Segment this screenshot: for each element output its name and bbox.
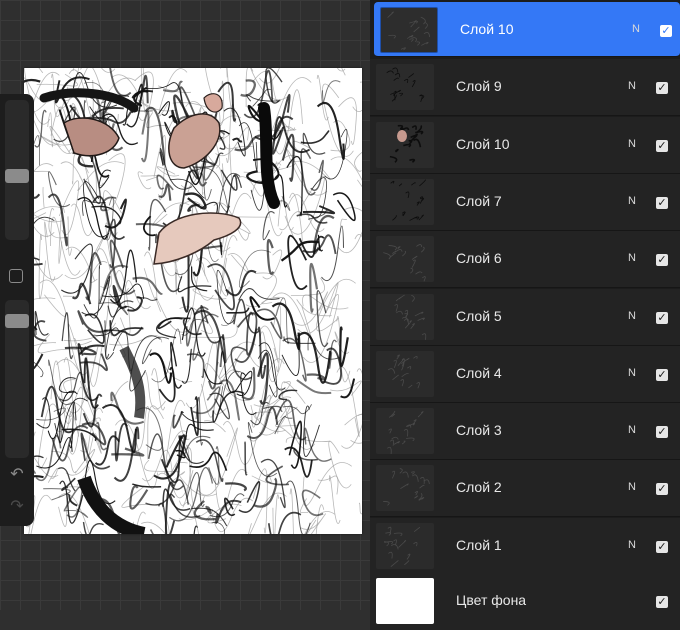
undo-icon[interactable]: ↶ xyxy=(8,466,26,484)
layer-thumbnail xyxy=(376,408,434,454)
visibility-checkbox[interactable]: ✓ xyxy=(656,483,668,495)
drawing-canvas[interactable] xyxy=(24,68,362,534)
brush-size-thumb[interactable] xyxy=(5,169,29,183)
redo-icon[interactable]: ↷ xyxy=(8,498,26,516)
artwork xyxy=(24,68,362,534)
layer-name: Слой 5 xyxy=(456,308,502,324)
layer-thumbnail xyxy=(376,578,434,624)
layer-thumbnail xyxy=(376,465,434,511)
blend-mode-button[interactable]: N xyxy=(628,310,636,322)
layer-name: Слой 9 xyxy=(456,78,502,94)
brush-size-slider[interactable] xyxy=(5,100,29,240)
layer-row[interactable]: Слой 7 N ✓ xyxy=(370,174,680,231)
layer-name: Слой 2 xyxy=(456,479,502,495)
visibility-checkbox[interactable]: ✓ xyxy=(656,197,668,209)
blend-mode-button[interactable]: N xyxy=(628,367,636,379)
layer-thumbnail xyxy=(376,236,434,282)
layer-name: Слой 1 xyxy=(456,537,502,553)
layer-thumbnail xyxy=(376,523,434,569)
visibility-checkbox[interactable]: ✓ xyxy=(656,312,668,324)
layer-thumbnail xyxy=(376,351,434,397)
layer-row[interactable]: Слой 4 N ✓ xyxy=(370,346,680,403)
layer-thumbnail xyxy=(376,64,434,110)
layer-name: Слой 3 xyxy=(456,422,502,438)
blend-mode-button[interactable]: N xyxy=(628,481,636,493)
blend-mode-button[interactable]: N xyxy=(628,424,636,436)
visibility-checkbox[interactable]: ✓ xyxy=(656,254,668,266)
opacity-thumb[interactable] xyxy=(5,314,29,328)
layer-name: Слой 10 xyxy=(456,136,510,152)
layer-row[interactable]: Слой 10 N ✓ xyxy=(370,117,680,174)
layers-panel: Слой 10 N ✓ Слой 9 N ✓ Слой 10 N ✓ Слой 7 N ✓ Слой 6… xyxy=(370,0,680,610)
layer-row[interactable]: Слой 3 N ✓ xyxy=(370,403,680,460)
layer-row[interactable]: Слой 5 N ✓ xyxy=(370,289,680,346)
background-color-layer[interactable]: Цвет фона ✓ xyxy=(370,573,680,630)
visibility-checkbox[interactable]: ✓ xyxy=(656,426,668,438)
layer-thumbnail xyxy=(380,7,438,53)
layer-row[interactable]: Слой 6 N ✓ xyxy=(370,231,680,288)
visibility-checkbox[interactable]: ✓ xyxy=(656,596,668,608)
layer-name: Слой 10 xyxy=(460,21,514,37)
left-sidebar: ↶ ↷ xyxy=(0,94,34,526)
layer-thumbnail xyxy=(376,122,434,168)
blend-mode-button[interactable]: N xyxy=(632,23,640,35)
layer-thumbnail xyxy=(376,294,434,340)
layer-row[interactable]: Слой 1 N ✓ xyxy=(370,518,680,575)
layer-row[interactable]: Слой 10 N ✓ xyxy=(374,2,680,57)
layer-name: Слой 6 xyxy=(456,250,502,266)
blend-mode-button[interactable]: N xyxy=(628,138,636,150)
blend-mode-button[interactable]: N xyxy=(628,80,636,92)
layer-row[interactable]: Слой 2 N ✓ xyxy=(370,460,680,517)
layer-thumbnail xyxy=(376,179,434,225)
visibility-checkbox[interactable]: ✓ xyxy=(660,25,672,37)
visibility-checkbox[interactable]: ✓ xyxy=(656,82,668,94)
visibility-checkbox[interactable]: ✓ xyxy=(656,369,668,381)
blend-mode-button[interactable]: N xyxy=(628,539,636,551)
opacity-slider[interactable] xyxy=(5,300,29,458)
blend-mode-button[interactable]: N xyxy=(628,195,636,207)
square-icon[interactable] xyxy=(9,269,23,283)
layer-name: Слой 4 xyxy=(456,365,502,381)
blend-mode-button[interactable]: N xyxy=(628,252,636,264)
visibility-checkbox[interactable]: ✓ xyxy=(656,541,668,553)
layer-name: Слой 7 xyxy=(456,193,502,209)
layer-row[interactable]: Слой 9 N ✓ xyxy=(370,59,680,116)
layer-name: Цвет фона xyxy=(456,592,526,608)
visibility-checkbox[interactable]: ✓ xyxy=(656,140,668,152)
